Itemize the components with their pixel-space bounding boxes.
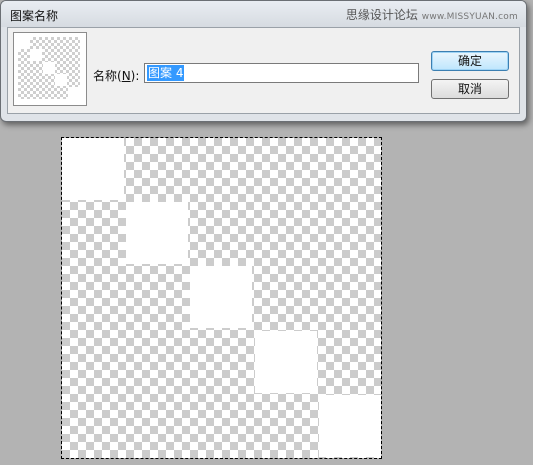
white-square bbox=[319, 395, 381, 457]
pattern-name-value: 图案 4 bbox=[147, 65, 185, 81]
cancel-button[interactable]: 取消 bbox=[431, 79, 509, 99]
pattern-name-input[interactable]: 图案 4 bbox=[144, 63, 419, 83]
white-square bbox=[62, 138, 124, 200]
watermark: 思缘设计论坛 www.MISSYUAN.com bbox=[346, 6, 518, 23]
dialog-title-bar[interactable]: 图案名称 思缘设计论坛 www.MISSYUAN.com bbox=[1, 1, 526, 27]
white-square bbox=[190, 266, 252, 328]
dialog-title: 图案名称 bbox=[10, 9, 59, 23]
pattern-canvas[interactable] bbox=[62, 138, 381, 458]
white-square bbox=[255, 331, 317, 393]
ok-button[interactable]: 确定 bbox=[431, 51, 509, 71]
white-square bbox=[126, 202, 188, 264]
watermark-main: 思缘设计论坛 bbox=[345, 8, 418, 22]
pattern-thumbnail bbox=[18, 37, 80, 99]
name-label: 名称(N): bbox=[93, 69, 140, 83]
pattern-preview bbox=[13, 32, 87, 106]
pattern-name-dialog: 图案名称 思缘设计论坛 www.MISSYUAN.com 名称(N): 图案 4… bbox=[0, 0, 527, 122]
watermark-sub: www.MISSYUAN.com bbox=[421, 12, 518, 22]
dialog-body: 名称(N): 图案 4 确定 取消 bbox=[7, 27, 520, 114]
